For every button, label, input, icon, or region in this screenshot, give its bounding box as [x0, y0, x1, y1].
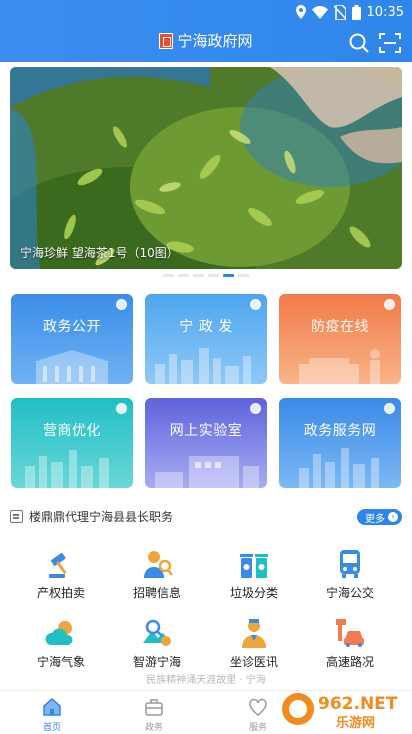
status-icons: 10:35 [295, 3, 404, 21]
service-label: 宁海气象 [36, 655, 85, 669]
tile-epidemic[interactable]: 防疫在线 [279, 294, 401, 384]
service-label: 宁海公交 [325, 586, 374, 600]
tile-label: 营商优化 [43, 423, 101, 439]
doctor-icon [242, 619, 266, 648]
lab-illustration [155, 456, 259, 488]
tile-badge-dot [250, 403, 261, 414]
skyline-illustration [25, 450, 109, 488]
more-button-label: 更多 [365, 513, 385, 525]
tile-gov-service-net[interactable]: 政务服务网 [279, 398, 401, 488]
app-bar: 宁海政府网 [0, 24, 412, 62]
tile-badge-dot [116, 403, 127, 414]
service-garbage-sorting[interactable]: 垃圾分类 [204, 548, 304, 604]
wifi-icon [311, 5, 328, 19]
carousel-dot[interactable] [178, 274, 189, 277]
no-sim-icon [333, 4, 346, 20]
chevron-right-icon: › [388, 512, 398, 522]
service-recruitment[interactable]: 招聘信息 [107, 548, 207, 604]
site-watermark: 962.NET 乐游网 [282, 693, 398, 731]
service-label: 产权拍卖 [36, 586, 85, 600]
banner-carousel[interactable]: 宁海珍鲜 望海茶1号（10图） [10, 67, 402, 269]
footer-slogan: 民族精神涌天涯故里 · 宁海 [146, 675, 266, 686]
service-highway-traffic[interactable]: 高速路况 [300, 617, 400, 673]
app-logo-icon [159, 32, 174, 49]
heart-icon [249, 698, 267, 716]
tile-label: 防疫在线 [311, 319, 369, 335]
search-icon[interactable] [348, 32, 370, 54]
tile-badge-dot [116, 299, 127, 310]
tile-label: 宁 政 发 [179, 319, 233, 335]
banner-caption: 宁海珍鲜 望海茶1号（10图） [20, 246, 179, 260]
location-icon [295, 5, 306, 19]
tile-ning-zheng-fa[interactable]: 宁 政 发 [145, 294, 267, 384]
carousel-dot[interactable] [193, 274, 204, 277]
tile-business[interactable]: 营商优化 [11, 398, 133, 488]
building-illustration [33, 350, 111, 384]
tile-badge-dot [384, 403, 395, 414]
service-bus[interactable]: 宁海公交 [300, 548, 400, 604]
nav-government[interactable]: 政务 [124, 695, 184, 733]
carousel-dots [0, 274, 412, 277]
app-title-text: 宁海政府网 [177, 32, 253, 50]
service-weather[interactable]: 宁海气象 [11, 617, 111, 673]
service-label: 高速路况 [325, 655, 374, 669]
service-label: 智游宁海 [132, 655, 181, 669]
nav-home[interactable]: 首页 [22, 695, 82, 733]
briefcase-icon [145, 699, 163, 716]
tile-label: 网上实验室 [169, 423, 243, 439]
carousel-dot-active[interactable] [223, 274, 234, 277]
tile-label: 政务服务网 [303, 423, 377, 439]
service-label: 垃圾分类 [229, 586, 278, 600]
tea-photo-image [10, 67, 402, 269]
tile-badge-dot [384, 299, 395, 310]
trash-bins-icon [240, 554, 268, 578]
tile-label: 政务公开 [43, 319, 101, 335]
nav-label: 首页 [42, 723, 61, 733]
highway-icon [336, 619, 364, 647]
recruit-icon [144, 551, 173, 578]
news-icon [10, 510, 23, 523]
app-screen: 10:35 宁海政府网 宁海珍鲜 望海茶1号（10图） 政务公开 宁 政 发 防… [0, 0, 412, 734]
watermark-subtext: 乐游网 [336, 715, 375, 731]
carousel-dot[interactable] [163, 274, 174, 277]
service-label: 坐诊医讯 [229, 655, 278, 669]
service-property-auction[interactable]: 产权拍卖 [11, 548, 111, 604]
weather-icon [45, 621, 73, 645]
news-ticker[interactable]: 楼鼎鼎代理宁海县县长职务 更多 › [10, 506, 402, 528]
bus-icon [340, 550, 360, 578]
carousel-dot[interactable] [238, 274, 249, 277]
tile-online-lab[interactable]: 网上实验室 [145, 398, 267, 488]
header-bar: 10:35 宁海政府网 [0, 0, 412, 62]
tile-gov-open[interactable]: 政务公开 [11, 294, 133, 384]
more-button[interactable]: 更多 › [357, 509, 402, 525]
city-illustration [155, 348, 251, 384]
clinic-illustration [299, 349, 380, 384]
carousel-dot[interactable] [208, 274, 219, 277]
scan-icon[interactable] [379, 32, 401, 54]
tourism-icon [143, 619, 171, 646]
service-smart-tour[interactable]: 智游宁海 [107, 617, 207, 673]
nav-label: 政务 [144, 723, 163, 733]
watermark-text: 962.NET [318, 694, 398, 714]
news-headline[interactable]: 楼鼎鼎代理宁海县县长职务 [29, 508, 173, 525]
status-bar: 10:35 [0, 0, 412, 24]
service-doctor-info[interactable]: 坐诊医讯 [204, 617, 304, 673]
battery-icon [351, 4, 361, 20]
service-label: 招聘信息 [132, 586, 181, 600]
tile-badge-dot [250, 299, 261, 310]
towers-illustration [299, 448, 379, 488]
status-time: 10:35 [366, 4, 404, 20]
home-icon [43, 698, 61, 716]
gavel-icon [49, 552, 67, 578]
